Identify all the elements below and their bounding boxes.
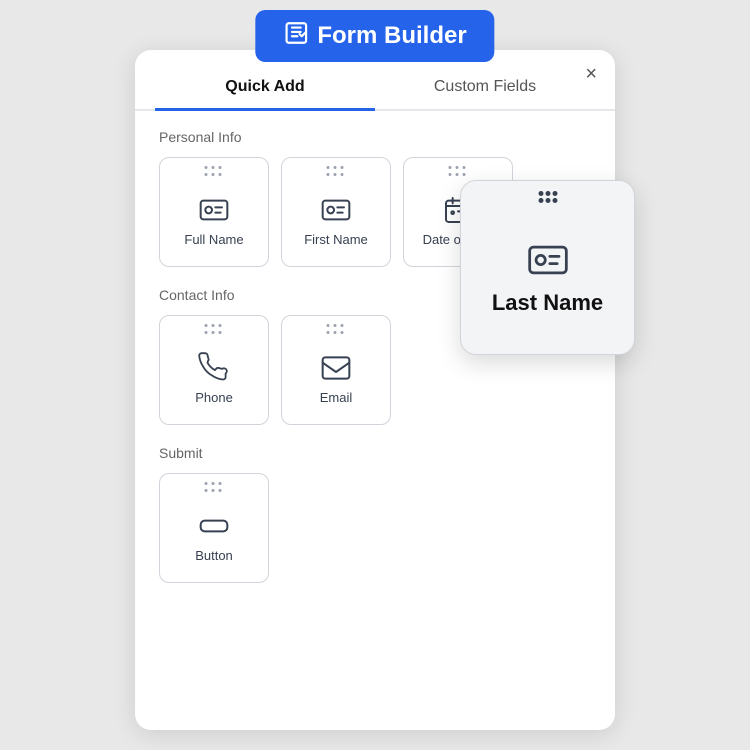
field-card-phone[interactable]: Phone	[159, 315, 269, 425]
tab-bar: Quick Add Custom Fields	[135, 66, 615, 111]
full-name-label: Full Name	[184, 232, 243, 247]
button-icon	[198, 510, 230, 542]
last-name-icon	[526, 238, 570, 282]
field-card-email[interactable]: Email	[281, 315, 391, 425]
field-card-first-name[interactable]: First Name	[281, 157, 391, 267]
section-label-submit: Submit	[159, 445, 591, 461]
email-label: Email	[320, 390, 353, 405]
phone-icon	[198, 352, 230, 384]
full-name-icon	[198, 194, 230, 226]
drag-handle-button	[205, 482, 224, 494]
drag-handle-date-of-birth	[449, 166, 468, 178]
app-title: Form Builder	[317, 22, 466, 50]
modal-wrapper: Form Builder × Quick Add Custom Fields P…	[0, 0, 750, 750]
close-button[interactable]: ×	[585, 64, 597, 84]
drag-handle-email	[327, 324, 346, 336]
form-builder-icon	[283, 20, 309, 52]
drag-handle-full-name	[205, 166, 224, 178]
last-name-label: Last Name	[492, 290, 603, 316]
floating-last-name-card[interactable]: Last Name	[460, 180, 635, 355]
section-label-personal-info: Personal Info	[159, 129, 591, 145]
first-name-icon	[320, 194, 352, 226]
field-card-full-name[interactable]: Full Name	[159, 157, 269, 267]
tab-custom-fields[interactable]: Custom Fields	[375, 66, 595, 111]
title-bar: Form Builder	[255, 10, 494, 62]
drag-handle-last-name	[538, 191, 557, 203]
submit-grid: Button	[159, 473, 591, 583]
drag-handle-phone	[205, 324, 224, 336]
drag-handle-first-name	[327, 166, 346, 178]
phone-label: Phone	[195, 390, 233, 405]
button-label: Button	[195, 548, 233, 563]
tab-quick-add[interactable]: Quick Add	[155, 66, 375, 111]
field-card-button[interactable]: Button	[159, 473, 269, 583]
main-card: × Quick Add Custom Fields Personal Info	[135, 50, 615, 730]
section-submit: Submit Button	[159, 445, 591, 583]
first-name-label: First Name	[304, 232, 368, 247]
email-icon	[320, 352, 352, 384]
